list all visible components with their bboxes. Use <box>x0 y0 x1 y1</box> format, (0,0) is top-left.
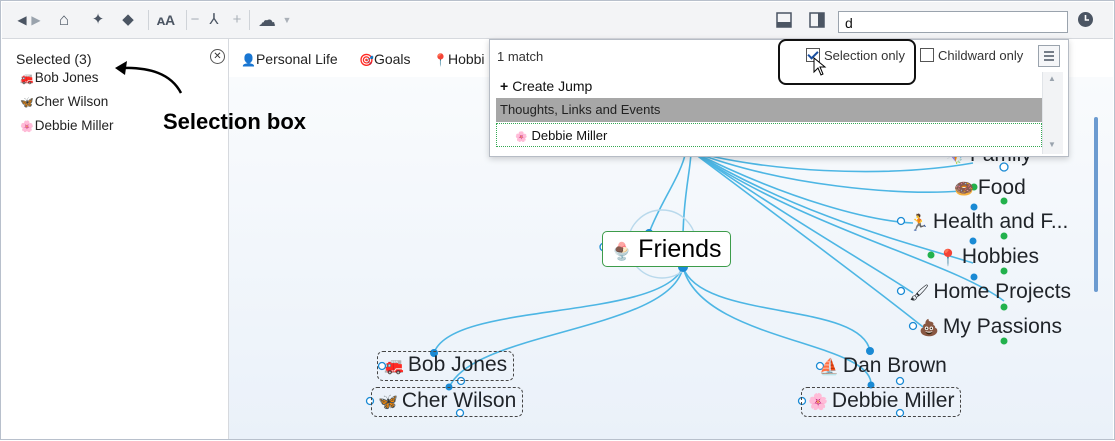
thought-debbie-miller[interactable]: 🌸 Debbie Miller <box>801 387 962 417</box>
results-section-header: Thoughts, Links and Events <box>496 98 1042 122</box>
ice-cream-icon: 🍨 <box>611 242 633 261</box>
thought-home-projects[interactable]: 🖌 Home Projects <box>909 279 1071 307</box>
flower-icon: 🌸 <box>515 132 528 143</box>
donut-icon: 🍩 <box>954 181 974 198</box>
paint-roller-icon: 🖌 <box>909 285 930 302</box>
thought-friends-active[interactable]: 🍨 Friends <box>602 231 731 267</box>
thought-cher-wilson[interactable]: 🦋 Cher Wilson <box>371 387 524 417</box>
runner-icon: 🏃 <box>909 215 929 232</box>
thought-my-passions[interactable]: 💩 My Passions <box>919 314 1062 342</box>
annotation-label: Selection box <box>163 109 307 134</box>
thought-health[interactable]: 🏃 Health and F... <box>909 209 1068 237</box>
result-debbie-miller[interactable]: 🌸 Debbie Miller <box>496 123 1042 147</box>
childward-only-checkbox[interactable]: Childward only <box>920 48 1023 63</box>
plus-icon: + <box>500 78 509 94</box>
checkbox-empty-icon <box>920 48 934 62</box>
fire-truck-icon: 🚒 <box>384 358 404 375</box>
thought-hobbies[interactable]: 📍 Hobbies <box>938 244 1039 272</box>
flower-icon: 🌸 <box>808 394 828 411</box>
match-count: 1 match <box>497 49 544 64</box>
thought-dan-brown[interactable]: ⛵ Dan Brown <box>819 353 947 381</box>
menu-button[interactable] <box>1038 45 1060 67</box>
thought-food[interactable]: 🍩 Food <box>954 175 1026 203</box>
create-jump-item[interactable]: + Create Jump <box>496 74 1042 98</box>
callout-highlight-box <box>778 39 916 85</box>
annotation-arrow <box>115 61 183 94</box>
mouse-cursor-icon <box>813 57 827 76</box>
pin-icon: 📍 <box>938 250 958 267</box>
butterfly-icon: 🦋 <box>378 394 398 411</box>
app-window: ◀ ▶ ⌂ ✦ ◆ ᴀA − ⅄ + ☁ ▼ d Selected (3) 🚒B… <box>0 0 1115 440</box>
dropdown-scrollbar[interactable]: ▲ ▼ <box>1042 72 1063 154</box>
scroll-up-icon[interactable]: ▲ <box>1048 74 1056 83</box>
scroll-down-icon[interactable]: ▼ <box>1048 140 1056 149</box>
boat-icon: ⛵ <box>819 359 839 376</box>
thought-bob-jones[interactable]: 🚒 Bob Jones <box>377 351 515 381</box>
poop-icon: 💩 <box>919 320 939 337</box>
